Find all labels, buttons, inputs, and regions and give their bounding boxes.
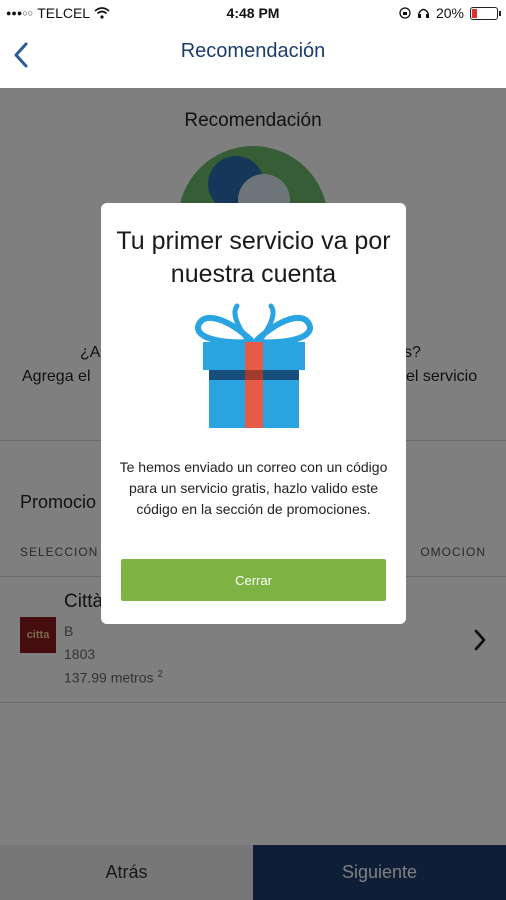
battery-fill xyxy=(472,8,478,18)
modal-title: Tu primer servicio va por nuestra cuenta xyxy=(116,227,391,288)
modal-message: Te hemos enviado un correo con un código… xyxy=(119,459,388,517)
status-right: 20% xyxy=(399,5,501,21)
battery-percent: 20% xyxy=(435,5,464,21)
rotation-lock-icon xyxy=(399,7,411,19)
nav-title: Recomendación xyxy=(180,40,326,62)
status-bar: ●●●○○ TELCEL 4:48 PM 20% xyxy=(0,0,506,26)
battery-icon xyxy=(470,6,501,20)
promo-modal: Tu primer servicio va por nuestra cuenta… xyxy=(101,203,406,624)
gift-icon xyxy=(195,303,313,428)
nav-bar: Recomendación xyxy=(0,26,506,88)
close-button[interactable]: Cerrar xyxy=(121,559,386,601)
headphones-icon xyxy=(417,8,429,18)
